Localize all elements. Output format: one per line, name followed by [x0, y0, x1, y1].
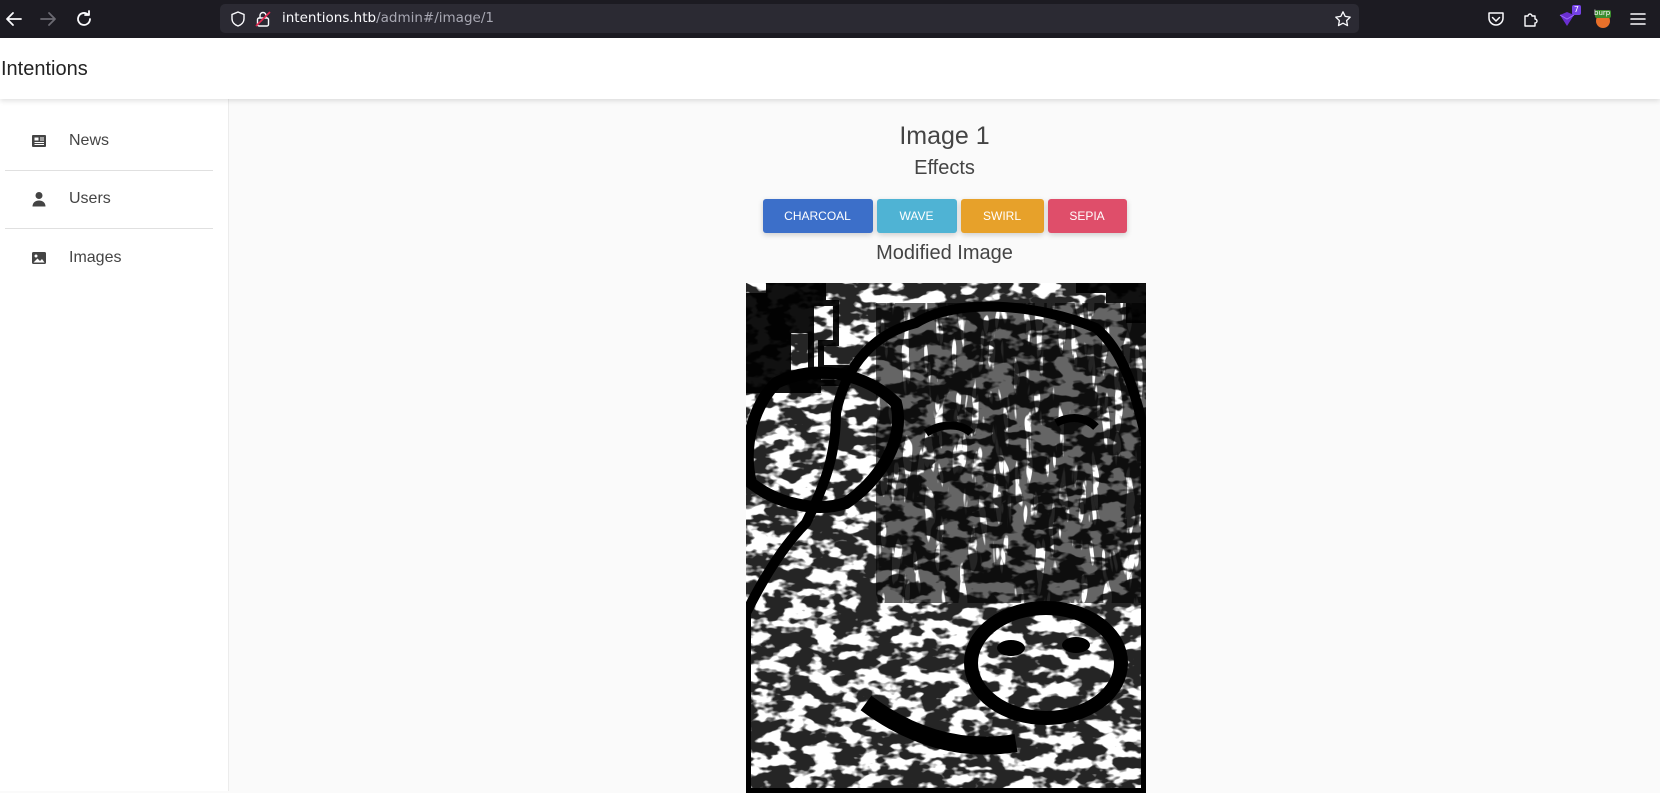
extension-purple-icon[interactable]: 7 — [1557, 5, 1581, 29]
sidebar-item-news[interactable]: News — [5, 112, 213, 171]
newspaper-icon — [30, 132, 48, 150]
url-host: intentions.htb — [282, 10, 377, 26]
burp-label: burp — [1594, 9, 1611, 17]
swirl-button[interactable]: SWIRL — [960, 199, 1044, 233]
extensions-puzzle-icon[interactable] — [1521, 9, 1541, 29]
url-text[interactable]: intentions.htb/admin#/image/1 — [282, 4, 494, 33]
page-title: Image 1 — [899, 122, 990, 150]
browser-toolbar: intentions.htb/admin#/image/1 7 burp — [0, 0, 1660, 38]
image-icon — [30, 249, 48, 267]
effects-button-group: CHARCOAL WAVE SWIRL SEPIA — [229, 199, 1660, 233]
app-header: Intentions — [0, 38, 1660, 99]
bookmark-star-icon[interactable] — [1334, 10, 1352, 28]
sidebar: News Users Images — [0, 99, 229, 791]
sepia-button[interactable]: SEPIA — [1047, 199, 1127, 233]
url-path: /admin#/image/1 — [376, 10, 494, 26]
modified-image-heading: Modified Image — [876, 242, 1013, 264]
modified-image — [746, 283, 1146, 793]
insecure-lock-icon[interactable] — [254, 10, 272, 28]
back-arrow-icon[interactable] — [2, 7, 26, 31]
sidebar-item-users[interactable]: Users — [5, 170, 213, 229]
brand-title[interactable]: Intentions — [1, 38, 88, 100]
extension-badge: 7 — [1571, 5, 1581, 15]
user-icon — [30, 190, 48, 208]
reload-icon[interactable] — [72, 7, 96, 31]
forward-arrow-icon[interactable] — [36, 7, 60, 31]
shield-icon[interactable] — [229, 10, 247, 28]
main-content: Image 1 Effects CHARCOAL WAVE SWIRL SEPI… — [229, 99, 1660, 793]
sidebar-item-label: Users — [69, 190, 111, 207]
effects-heading: Effects — [914, 157, 975, 179]
hamburger-menu-icon[interactable] — [1628, 9, 1648, 29]
wave-button[interactable]: WAVE — [876, 199, 957, 233]
burp-extension-icon[interactable]: burp — [1593, 9, 1613, 29]
charcoal-button[interactable]: CHARCOAL — [762, 199, 873, 233]
address-bar[interactable]: intentions.htb/admin#/image/1 — [220, 4, 1359, 33]
sidebar-item-label: News — [69, 132, 110, 149]
pocket-icon[interactable] — [1486, 9, 1506, 29]
sidebar-item-images[interactable]: Images — [5, 229, 213, 287]
sidebar-item-label: Images — [69, 249, 122, 266]
